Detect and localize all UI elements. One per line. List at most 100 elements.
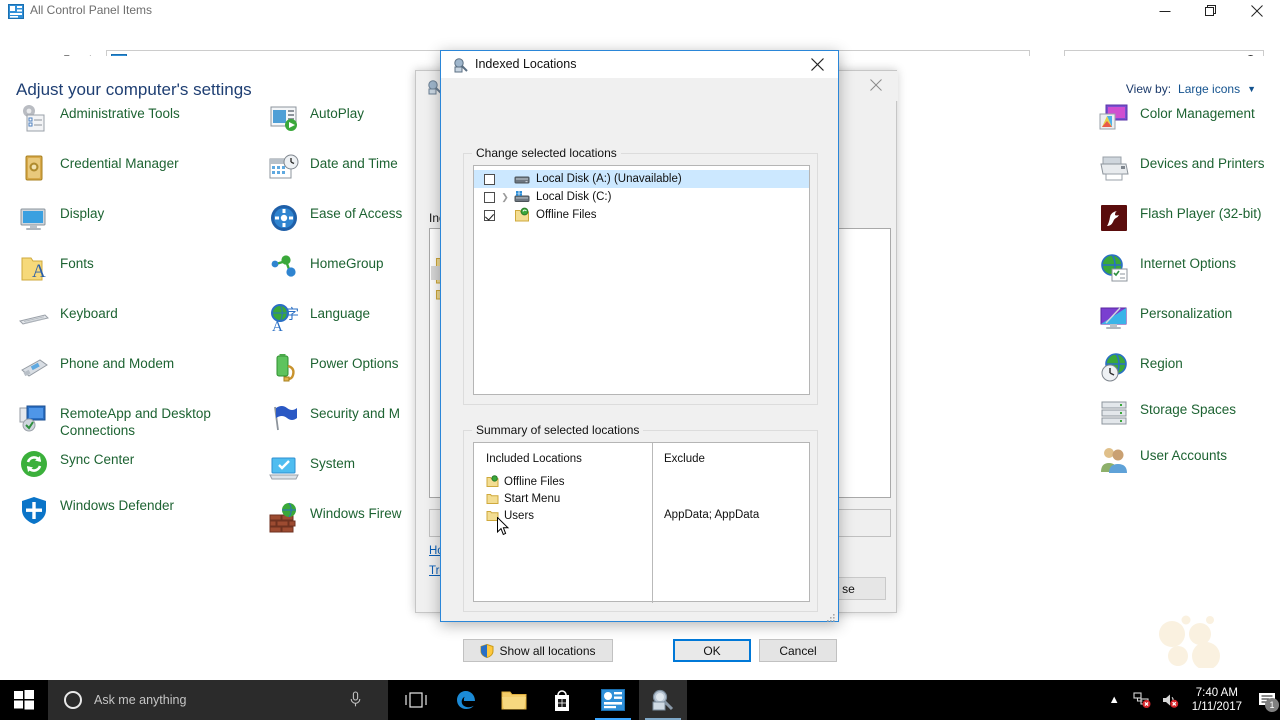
administrative-tools-icon	[18, 102, 50, 134]
show-desktop-button[interactable]	[1276, 680, 1280, 720]
summary-label: Start Menu	[504, 492, 561, 505]
taskbar: Ask me anything ▲ 7:40 AM 1/11/2017 1	[0, 680, 1280, 720]
cp-item-devices-and-printers[interactable]: Devices and Printers	[1098, 150, 1280, 200]
control-panel-icon	[8, 4, 24, 19]
checkbox-local-disk-a[interactable]	[484, 173, 495, 185]
cp-item-region[interactable]: Region	[1098, 350, 1280, 400]
cp-item-fonts[interactable]: A Fonts	[18, 250, 258, 300]
start-button[interactable]	[0, 680, 48, 720]
autoplay-icon	[268, 102, 300, 134]
cp-item-sync-center[interactable]: Sync Center	[18, 446, 258, 496]
cp-item-label: Windows Defender	[60, 498, 175, 513]
cp-item-label: Region	[1140, 356, 1183, 371]
network-disconnected-icon[interactable]	[1133, 691, 1151, 709]
region-icon	[1098, 352, 1130, 384]
cp-item-label: Security and M	[310, 406, 401, 421]
tree-label: Offline Files	[536, 209, 597, 221]
desktop-watermark	[1150, 608, 1240, 670]
storage-spaces-icon	[1098, 398, 1130, 430]
cp-item-label: Color Management	[1140, 106, 1255, 121]
offline-files-icon	[486, 475, 499, 488]
ok-button[interactable]: OK	[673, 639, 751, 662]
volume-muted-icon[interactable]	[1161, 691, 1179, 709]
cp-item-label: System	[310, 456, 356, 471]
cp-item-flash-player[interactable]: Flash Player (32-bit)	[1098, 200, 1280, 250]
resize-grip[interactable]	[826, 609, 835, 622]
chevron-down-icon[interactable]: ▼	[1247, 84, 1256, 94]
page-title: Adjust your computer's settings	[16, 80, 252, 99]
summary-header-exclude: Exclude	[664, 453, 705, 465]
locations-tree[interactable]: ▶ Local Disk (A:) (Unavailable) ❯	[473, 165, 810, 395]
taskbar-app-microsoft-store[interactable]	[538, 680, 586, 720]
checkbox-local-disk-c[interactable]	[484, 191, 495, 203]
flash-player-icon	[1098, 202, 1130, 234]
remoteapp-icon	[18, 402, 50, 434]
cp-item-phone-and-modem[interactable]: Phone and Modem	[18, 350, 258, 400]
cp-item-label: Phone and Modem	[60, 356, 175, 371]
view-by-control[interactable]: View by: Large icons ▼	[1126, 82, 1256, 96]
cp-item-credential-manager[interactable]: Credential Manager	[18, 150, 258, 200]
cp-item-keyboard[interactable]: Keyboard	[18, 300, 258, 350]
summary-box: Included Locations Exclude Offline Files	[473, 442, 810, 603]
summary-legend: Summary of selected locations	[472, 423, 644, 437]
summary-row-users: Users	[486, 507, 534, 524]
background-dialog-close-icon[interactable]	[854, 71, 898, 99]
summary-divider	[652, 443, 653, 603]
cp-item-color-management[interactable]: Color Management	[1098, 100, 1280, 150]
taskbar-app-control-panel[interactable]	[589, 680, 637, 720]
personalization-icon	[1098, 302, 1130, 334]
show-all-locations-button[interactable]: Show all locations	[463, 639, 613, 662]
summary-row-offline-files: Offline Files	[486, 473, 565, 490]
cp-item-label: Ease of Access	[310, 206, 403, 221]
view-by-value[interactable]: Large icons	[1178, 82, 1240, 96]
change-selected-locations-legend: Change selected locations	[472, 146, 621, 160]
internet-options-icon	[1098, 252, 1130, 284]
taskbar-app-microsoft-edge[interactable]	[442, 680, 490, 720]
maximize-button[interactable]	[1188, 0, 1234, 22]
cp-item-label: Language	[310, 306, 371, 321]
cp-item-administrative-tools[interactable]: Administrative Tools	[18, 100, 258, 150]
clock[interactable]: 7:40 AM 1/11/2017	[1192, 686, 1242, 714]
hard-drive-icon	[514, 171, 530, 187]
security-and-maintenance-icon	[268, 402, 300, 434]
system-drive-icon	[514, 189, 530, 205]
homegroup-icon	[268, 252, 300, 284]
cp-item-internet-options[interactable]: Internet Options	[1098, 250, 1280, 300]
cp-item-personalization[interactable]: Personalization	[1098, 300, 1280, 350]
cp-item-label: Fonts	[60, 256, 94, 271]
cp-item-display[interactable]: Display	[18, 200, 258, 250]
cp-item-user-accounts[interactable]: User Accounts	[1098, 442, 1280, 492]
tree-row-offline-files[interactable]: ▶ Offline Files	[474, 206, 809, 224]
tree-row-local-disk-a[interactable]: ▶ Local Disk (A:) (Unavailable)	[474, 170, 809, 188]
summary-exclude-users: AppData; AppData	[664, 509, 760, 521]
tree-row-local-disk-c[interactable]: ❯ Local Disk (C:)	[474, 188, 809, 206]
fonts-icon: A	[18, 252, 50, 284]
cp-item-label: Date and Time	[310, 156, 398, 171]
power-options-icon	[268, 352, 300, 384]
cp-item-label: Devices and Printers	[1140, 156, 1265, 171]
cp-item-remoteapp-and-desktop-connections[interactable]: RemoteApp and Desktop Connections	[18, 400, 258, 450]
taskbar-app-file-explorer[interactable]	[490, 680, 538, 720]
microphone-icon[interactable]	[349, 691, 362, 713]
display-icon	[18, 202, 50, 234]
cp-item-windows-defender[interactable]: Windows Defender	[18, 492, 258, 542]
checkbox-offline-files[interactable]	[484, 209, 495, 221]
keyboard-icon	[18, 302, 50, 334]
task-view-icon[interactable]	[396, 680, 436, 720]
cp-item-label: Power Options	[310, 356, 399, 371]
user-accounts-icon	[1098, 444, 1130, 476]
close-button[interactable]	[1234, 0, 1280, 22]
minimize-button[interactable]	[1142, 0, 1188, 22]
cancel-button[interactable]: Cancel	[759, 639, 837, 662]
cp-item-storage-spaces[interactable]: Storage Spaces	[1098, 396, 1280, 446]
window-title: All Control Panel Items	[30, 3, 153, 17]
summary-label: Offline Files	[504, 475, 565, 488]
show-hidden-icons-icon[interactable]: ▲	[1109, 694, 1120, 706]
windows-defender-icon	[18, 494, 50, 526]
devices-and-printers-icon	[1098, 152, 1130, 184]
cortana-search-box[interactable]: Ask me anything	[48, 680, 388, 720]
dialog-close-icon[interactable]	[796, 51, 838, 78]
expand-chevron-icon[interactable]: ❯	[500, 192, 510, 203]
taskbar-app-indexing-options[interactable]	[639, 680, 687, 720]
cp-item-label: HomeGroup	[310, 256, 384, 271]
